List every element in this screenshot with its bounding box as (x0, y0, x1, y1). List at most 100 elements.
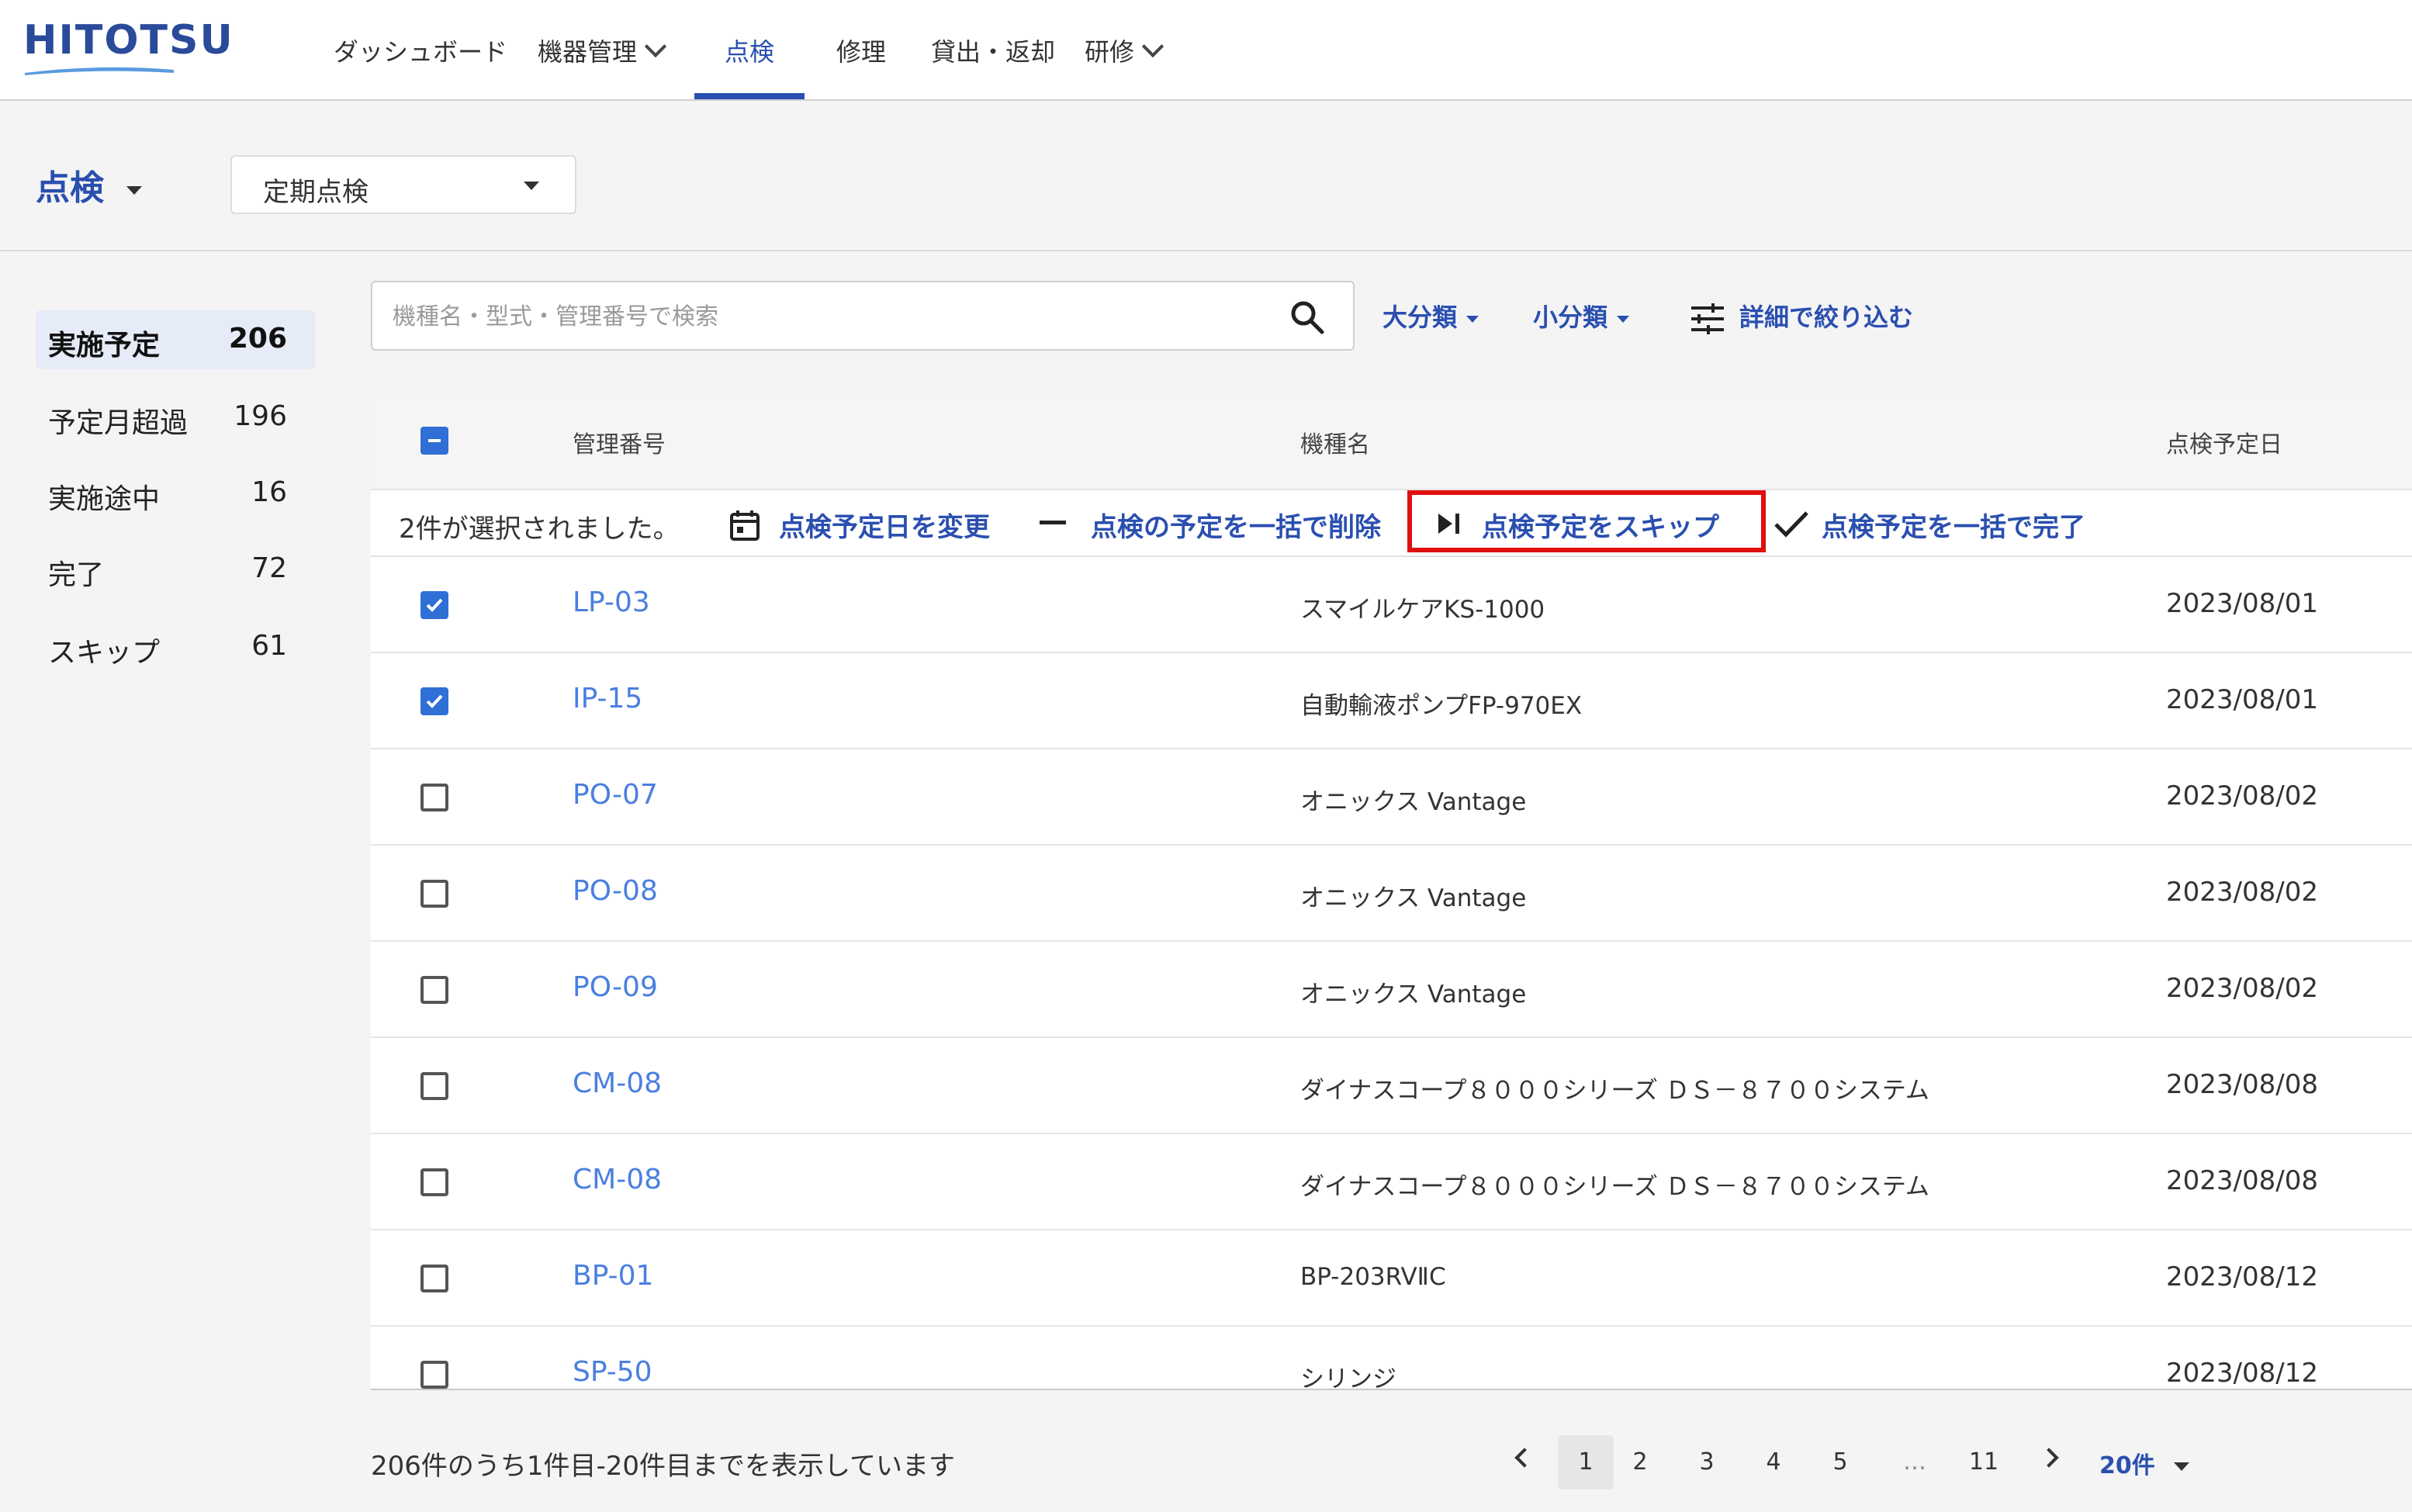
nav-lending-return[interactable]: 貸出・返却 (931, 33, 1055, 68)
page-title: 点検 (36, 168, 104, 208)
scheduled-date: 2023/08/12 (2166, 1358, 2318, 1389)
column-header-model-name[interactable]: 機種名 (1300, 425, 1370, 459)
scheduled-date: 2023/08/02 (2166, 973, 2318, 1004)
model-name: ダイナスコープ８０００シリーズ ＤＳ－８７００システム (1300, 1077, 1929, 1105)
nav-inspection-label: 点検 (725, 37, 775, 67)
row-checkbox[interactable] (420, 976, 448, 1004)
mgmt-number-link[interactable]: IP-15 (573, 683, 642, 714)
search-input[interactable] (391, 295, 1248, 338)
table-row[interactable]: LP-03 スマイルケアKS-1000 2023/08/01 (371, 557, 2412, 653)
inspection-type-select[interactable]: 定期点検 (230, 155, 576, 214)
select-all-checkbox[interactable] (420, 427, 448, 455)
mgmt-number-link[interactable]: SP-50 (573, 1356, 652, 1388)
sidebar-item-label: 完了 (48, 559, 105, 591)
skip-next-icon (1438, 514, 1459, 534)
table-row[interactable]: CM-08 ダイナスコープ８０００シリーズ ＤＳ－８７００システム 2023/0… (371, 1134, 2412, 1230)
bulk-complete-button[interactable]: 点検予定を一括で完了 (1822, 506, 2085, 544)
caret-down-icon (126, 185, 143, 195)
sidebar-item-count: 206 (228, 323, 287, 355)
bulk-delete-button[interactable]: 点検の予定を一括で削除 (1091, 506, 1381, 544)
nav-equipment-management[interactable]: 機器管理 (538, 33, 667, 68)
page-button-3[interactable]: 3 (1691, 1435, 1722, 1490)
prev-page-icon[interactable] (1514, 1448, 1535, 1468)
search-icon[interactable] (1288, 298, 1327, 337)
table-row[interactable]: CM-08 ダイナスコープ８０００シリーズ ＤＳ－８７００システム 2023/0… (371, 1038, 2412, 1134)
mgmt-number-link[interactable]: LP-03 (573, 586, 650, 618)
page-title-dropdown[interactable]: 点検 (36, 160, 143, 209)
mgmt-number-link[interactable]: PO-08 (573, 875, 658, 907)
sidebar-item-label: スキップ (48, 637, 161, 669)
mgmt-number-link[interactable]: CM-08 (573, 1164, 662, 1195)
table-row[interactable]: PO-07 オニックス Vantage 2023/08/02 (371, 749, 2412, 846)
page-button-1[interactable]: 1 (1558, 1435, 1614, 1490)
scheduled-date: 2023/08/12 (2166, 1261, 2318, 1292)
caret-down-icon (2174, 1462, 2190, 1471)
model-name: オニックス Vantage (1300, 884, 1527, 912)
app-logo[interactable]: HITOTSU (23, 17, 234, 64)
tune-icon (1691, 303, 1724, 334)
detail-filter-label: 詳細で絞り込む (1739, 303, 1914, 332)
skip-schedule-button[interactable]: 点検予定をスキップ (1482, 506, 1719, 544)
sidebar-item-overdue[interactable]: 予定月超過 196 (36, 388, 315, 447)
mgmt-number-link[interactable]: PO-07 (573, 779, 658, 811)
page-button-11[interactable]: 11 (1964, 1435, 2003, 1490)
scheduled-date: 2023/08/01 (2166, 588, 2318, 619)
detail-filter-button[interactable]: 詳細で絞り込む (1690, 298, 1913, 334)
row-checkbox[interactable] (420, 687, 448, 715)
sidebar-item-label: 予定月超過 (48, 407, 189, 439)
page-button-4[interactable]: 4 (1758, 1435, 1789, 1490)
sidebar-item-count: 196 (234, 400, 287, 432)
sidebar-item-scheduled[interactable]: 実施予定 206 (36, 310, 315, 369)
nav-lending-label: 貸出・返却 (931, 37, 1056, 67)
checkmark-icon (426, 694, 443, 708)
minor-category-filter[interactable]: 小分類 (1533, 298, 1630, 334)
mgmt-number-link[interactable]: CM-08 (573, 1067, 662, 1099)
row-checkbox[interactable] (420, 880, 448, 908)
next-page-icon[interactable] (2039, 1448, 2059, 1468)
table-row[interactable]: IP-15 自動輸液ポンプFP-970EX 2023/08/01 (371, 653, 2412, 749)
table-row[interactable]: BP-01 BP-203RVⅡC 2023/08/12 (371, 1230, 2412, 1327)
model-name: 自動輸液ポンプFP-970EX (1300, 692, 1583, 720)
selection-count-text: 2件が選択されました。 (399, 514, 680, 545)
column-header-mgmt-number[interactable]: 管理番号 (573, 425, 666, 459)
row-checkbox[interactable] (420, 1265, 448, 1292)
page-button-2[interactable]: 2 (1625, 1435, 1656, 1490)
per-page-select[interactable]: 20件 (2099, 1446, 2190, 1480)
table-row[interactable]: PO-09 オニックス Vantage 2023/08/02 (371, 942, 2412, 1038)
inspection-table: 管理番号 機種名 点検予定日 2件が選択されました。 点検予定日を変更 点検の予… (371, 393, 2412, 1390)
header-divider (0, 250, 2412, 251)
nav-training[interactable]: 研修 (1085, 33, 1164, 68)
row-checkbox[interactable] (420, 1072, 448, 1100)
table-row[interactable]: SP-50 シリンジ 2023/08/12 (371, 1327, 2412, 1389)
mgmt-number-link[interactable]: BP-01 (573, 1260, 653, 1292)
nav-dashboard[interactable]: ダッシュボード (334, 33, 507, 68)
sidebar-item-completed[interactable]: 完了 72 (36, 540, 315, 599)
page-button-5[interactable]: 5 (1825, 1435, 1856, 1490)
pagination-ellipsis: … (1903, 1448, 1926, 1476)
sidebar-item-skipped[interactable]: スキップ 61 (36, 618, 315, 676)
nav-inspection[interactable]: 点検 (725, 33, 774, 68)
bulk-action-bar: 2件が選択されました。 点検予定日を変更 点検の予定を一括で削除 点検予定をスキ… (371, 489, 2412, 557)
per-page-value: 20件 (2099, 1452, 2155, 1479)
change-date-button[interactable]: 点検予定日を変更 (779, 506, 990, 544)
nav-repair[interactable]: 修理 (836, 33, 886, 68)
row-checkbox[interactable] (420, 1361, 448, 1389)
minus-icon (1040, 521, 1066, 524)
row-checkbox[interactable] (420, 784, 448, 811)
sidebar-item-label: 実施途中 (48, 483, 161, 515)
table-row[interactable]: PO-08 オニックス Vantage 2023/08/02 (371, 846, 2412, 942)
major-category-filter[interactable]: 大分類 (1382, 298, 1479, 334)
major-category-label: 大分類 (1382, 303, 1458, 332)
model-name: BP-203RVⅡC (1300, 1263, 1446, 1291)
sidebar-item-in-progress[interactable]: 実施途中 16 (36, 464, 315, 523)
indeterminate-icon (428, 439, 441, 442)
column-header-scheduled-date[interactable]: 点検予定日 (2166, 425, 2282, 459)
mgmt-number-link[interactable]: PO-09 (573, 971, 658, 1003)
table-header: 管理番号 機種名 点検予定日 (371, 393, 2412, 489)
row-checkbox[interactable] (420, 1168, 448, 1196)
row-checkbox[interactable] (420, 591, 448, 619)
nav-training-label: 研修 (1085, 37, 1135, 67)
inspection-type-value: 定期点検 (263, 177, 369, 208)
model-name: オニックス Vantage (1300, 788, 1527, 816)
chevron-down-icon (1141, 35, 1164, 58)
